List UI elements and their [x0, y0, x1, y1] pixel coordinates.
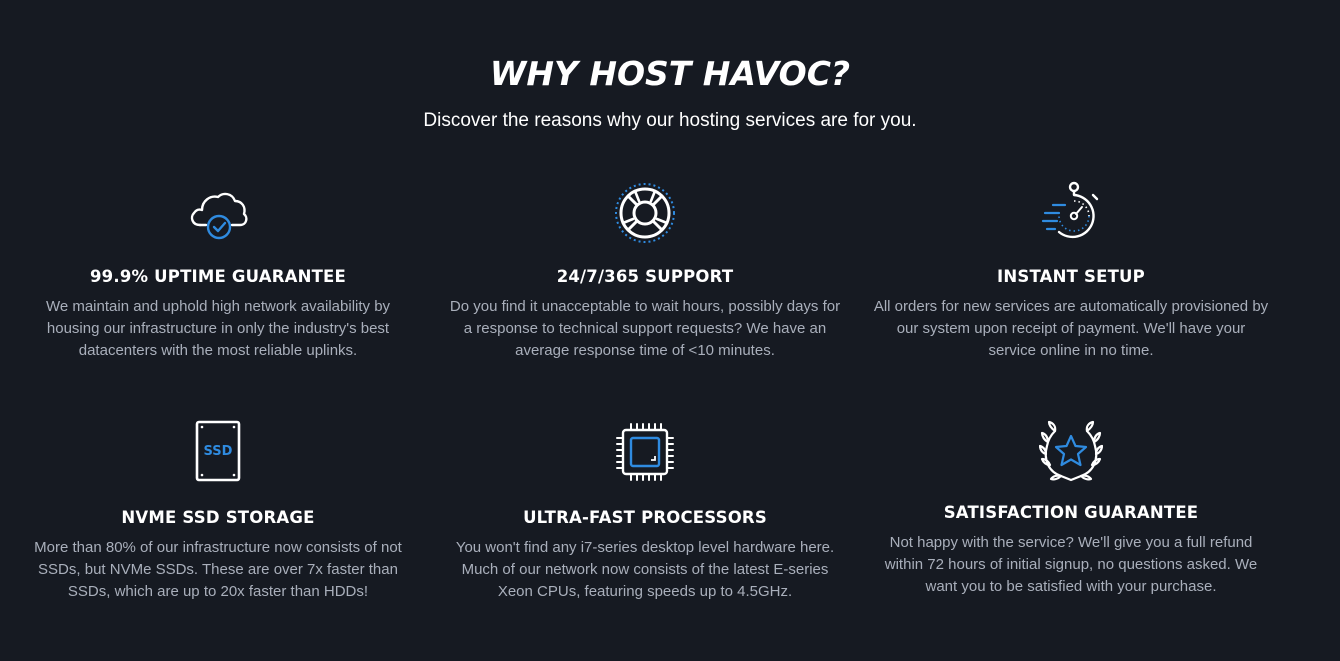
stopwatch-icon — [1041, 181, 1099, 239]
feature-nvme-storage: SSD NVME SSD STORAGE More than 80% of ou… — [18, 420, 418, 600]
processor-icon — [616, 423, 674, 481]
section-subtitle: Discover the reasons why our hosting ser… — [423, 110, 917, 131]
feature-description: We maintain and uphold high network avai… — [45, 298, 391, 359]
feature-title: ULTRA-FAST PROCESSORS — [523, 508, 767, 527]
feature-title: NVME SSD STORAGE — [121, 508, 315, 527]
cloud-check-icon — [190, 192, 248, 240]
ssd-icon-label: SSD — [204, 444, 233, 459]
laurel-star-icon — [1039, 420, 1103, 482]
why-host-havoc-section: WHY HOST HAVOC? Discover the reasons why… — [0, 0, 1340, 661]
feature-satisfaction: SATISFACTION GUARANTEE Not happy with th… — [871, 420, 1271, 595]
feature-title: SATISFACTION GUARANTEE — [943, 503, 1199, 522]
feature-uptime: 99.9% UPTIME GUARANTEE We maintain and u… — [18, 181, 418, 359]
lifebuoy-icon — [615, 183, 675, 243]
feature-instant-setup: INSTANT SETUP All orders for new service… — [871, 181, 1271, 359]
feature-description: All orders for new services are automati… — [873, 298, 1269, 359]
feature-description: You won't find any i7-series desktop lev… — [455, 539, 835, 600]
feature-description: More than 80% of our infrastructure now … — [34, 539, 402, 600]
feature-support: 24/7/365 SUPPORT Do you find it unaccept… — [445, 181, 845, 359]
feature-description: Not happy with the service? We'll give y… — [884, 534, 1258, 595]
feature-description: Do you find it unacceptable to wait hour… — [449, 298, 841, 359]
feature-processors: ULTRA-FAST PROCESSORS You won't find any… — [445, 420, 845, 600]
feature-title: INSTANT SETUP — [997, 267, 1145, 286]
feature-title: 24/7/365 SUPPORT — [556, 267, 734, 286]
feature-title: 99.9% UPTIME GUARANTEE — [90, 267, 346, 286]
section-title: WHY HOST HAVOC? — [489, 54, 851, 93]
ssd-icon: SSD — [195, 420, 241, 482]
